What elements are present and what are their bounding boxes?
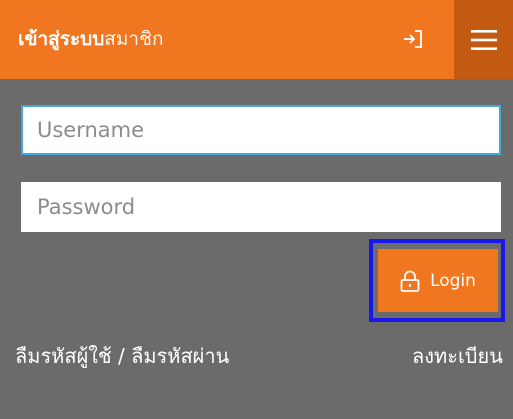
- login-screen: เข้าสู่ระบบสมาชิก Log: [0, 0, 513, 419]
- login-button[interactable]: Login: [378, 249, 498, 312]
- login-button-label: Login: [430, 270, 476, 291]
- header-bar: เข้าสู่ระบบสมาชิก: [0, 0, 513, 79]
- sign-in-icon-button[interactable]: [396, 22, 430, 56]
- username-input[interactable]: [23, 107, 499, 153]
- username-field[interactable]: [21, 105, 501, 155]
- register-link[interactable]: ลงทะเบียน: [412, 343, 503, 369]
- page-title-light: สมาชิก: [104, 28, 164, 50]
- password-input[interactable]: [23, 184, 499, 230]
- hamburger-menu-icon: [470, 29, 497, 50]
- forgot-credentials-link[interactable]: ลืมรหัสผู้ใช้ / ลืมรหัสผ่าน: [15, 343, 229, 369]
- page-title-strong: เข้าสู่ระบบ: [18, 28, 105, 50]
- menu-button[interactable]: [454, 0, 513, 79]
- lock-icon: [400, 270, 420, 292]
- sign-in-icon: [404, 30, 422, 48]
- password-field[interactable]: [21, 182, 501, 232]
- page-title: เข้าสู่ระบบสมาชิก: [18, 27, 163, 51]
